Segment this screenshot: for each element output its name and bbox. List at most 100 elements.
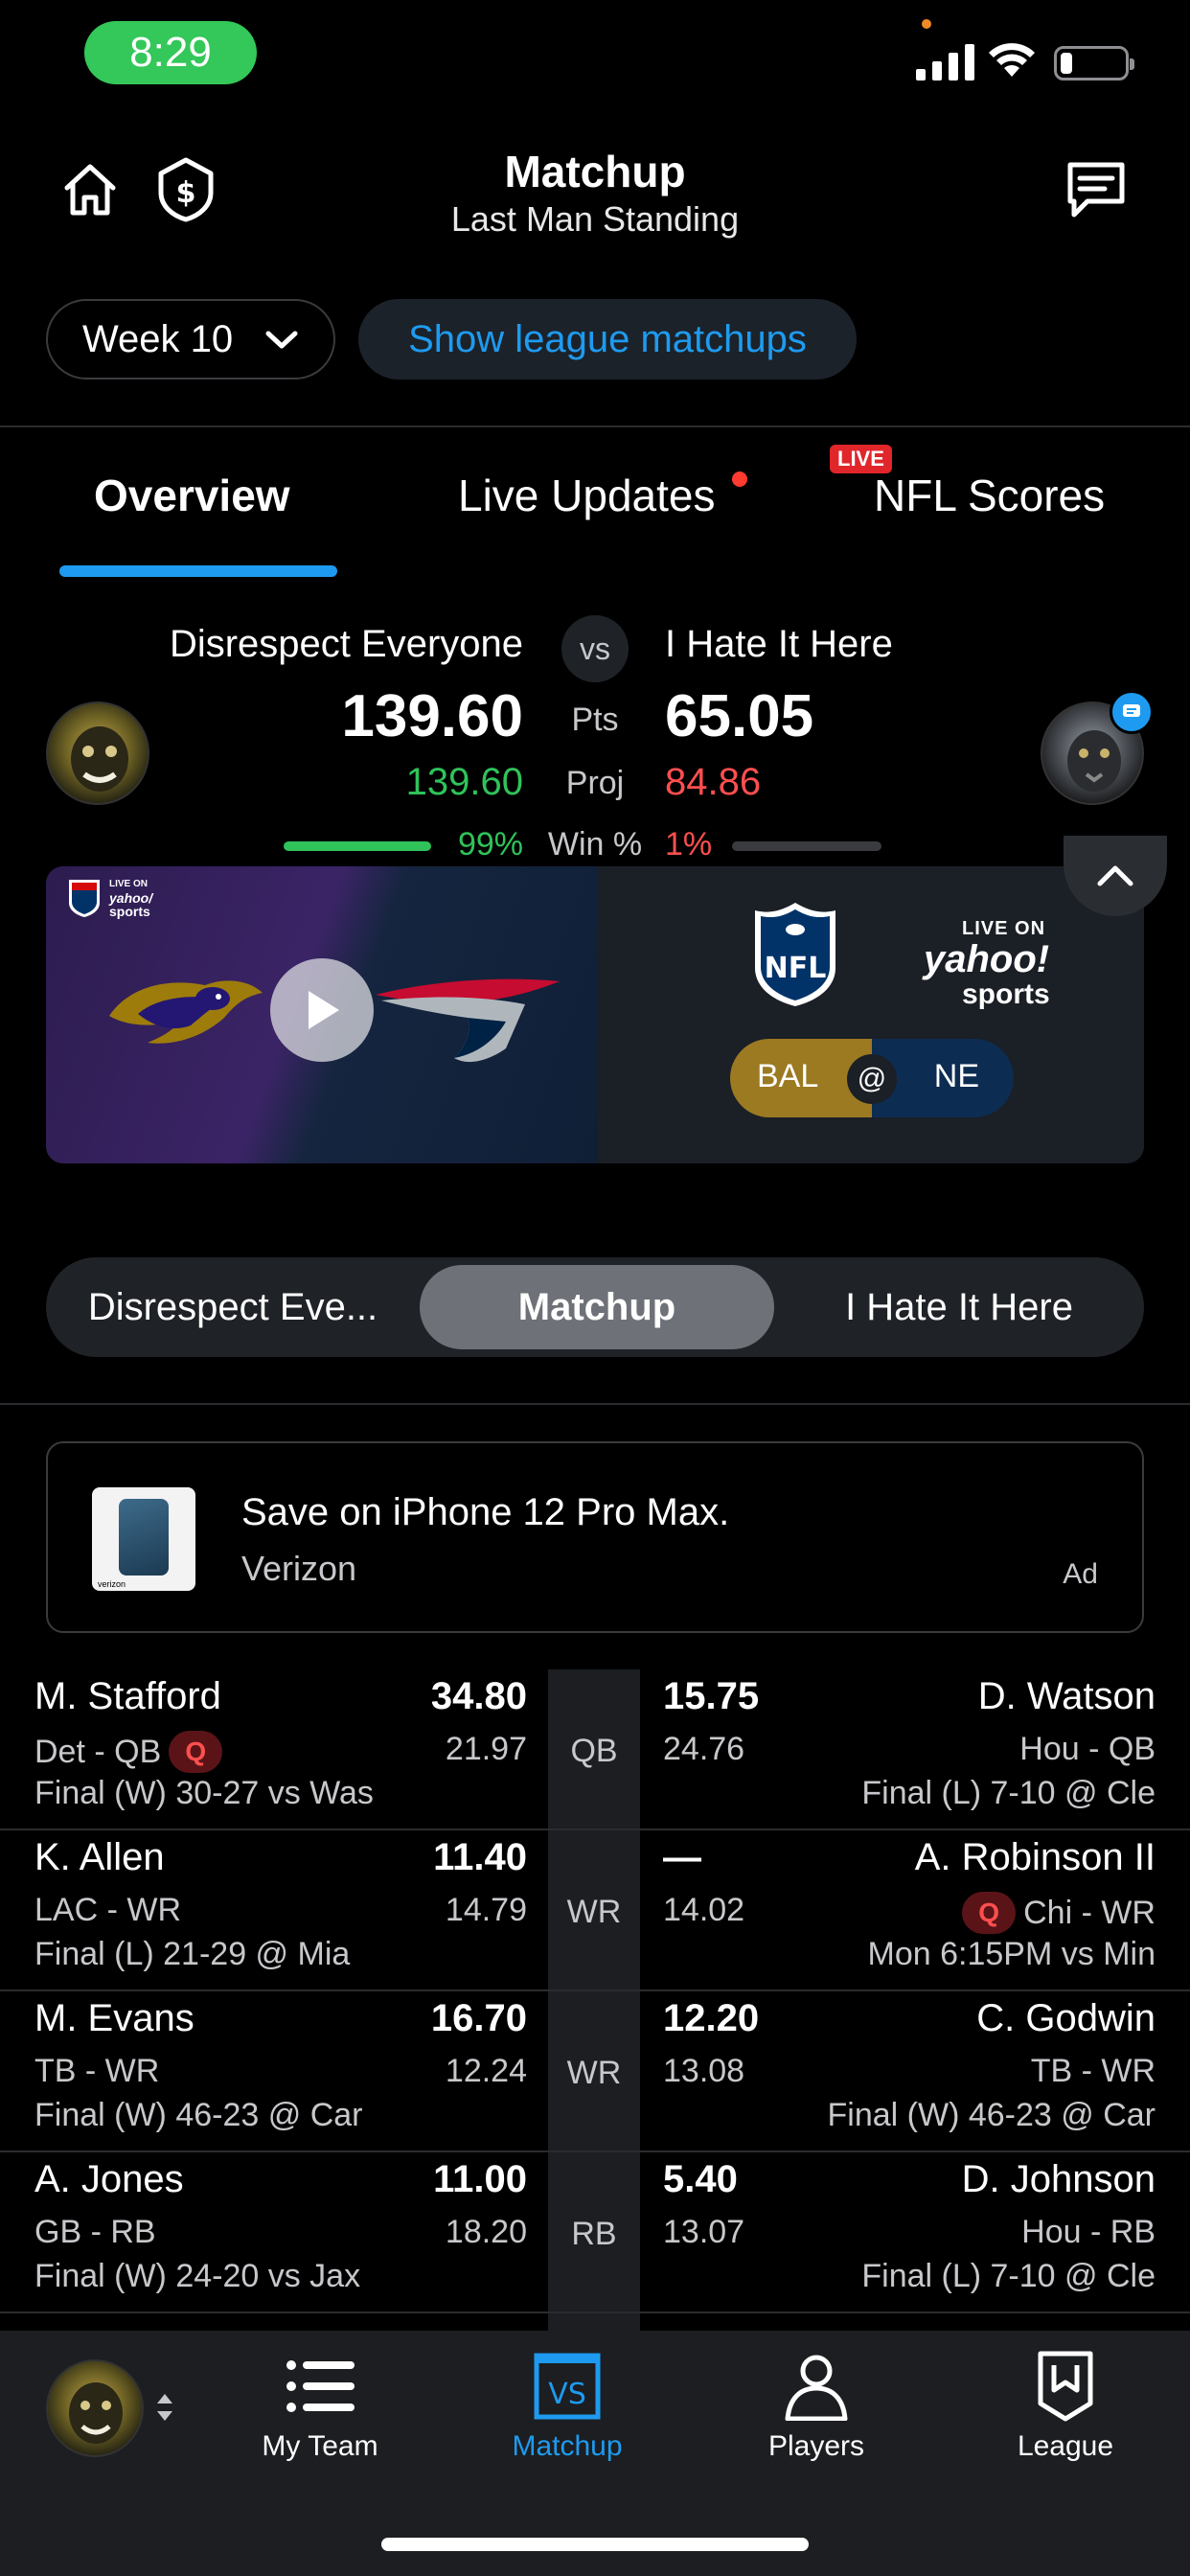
nav-league[interactable]: League: [979, 2348, 1152, 2463]
league-name: Last Man Standing: [450, 199, 740, 239]
right-team-name[interactable]: I Hate It Here: [665, 623, 893, 666]
left-player-game: Final (W) 24-20 vs Jax: [34, 2258, 361, 2294]
right-player-projected: 14.02: [663, 1892, 745, 1928]
left-player-points: 11.40: [433, 1836, 527, 1878]
svg-text:VS: VS: [548, 2378, 586, 2411]
league-shield-icon: [979, 2348, 1152, 2425]
segment-matchup[interactable]: Matchup: [420, 1265, 774, 1349]
home-team-abbr: NE: [933, 1058, 979, 1094]
right-player-projected: 24.76: [663, 1731, 745, 1767]
status-bar: 8:29: [0, 0, 1190, 115]
left-player-name[interactable]: M. Evans: [34, 1997, 195, 2040]
questionable-badge: Q: [962, 1892, 1017, 1934]
battery-icon: [1054, 46, 1134, 80]
right-player-points: —: [663, 1836, 701, 1878]
ad-banner[interactable]: verizon Save on iPhone 12 Pro Max. Veriz…: [46, 1441, 1144, 1633]
projected-label: Proj: [565, 765, 625, 801]
mic-indicator-dot: [922, 19, 931, 29]
chat-icon[interactable]: [1058, 151, 1134, 228]
questionable-badge: Q: [169, 1731, 223, 1773]
table-row[interactable]: M. Stafford Det - QB Q Final (W) 30-27 vs…: [0, 1669, 1190, 1830]
win-percent-label: Win %: [547, 826, 643, 862]
yahoo-sports-logo: LIVE ON yahoo! sports: [924, 918, 1050, 1010]
right-player-name[interactable]: D. Johnson: [962, 2158, 1156, 2201]
roster-view-segmented-control: Disrespect Eve... Matchup I Hate It Here: [46, 1257, 1144, 1357]
ad-sponsor: Verizon: [241, 1549, 357, 1588]
left-player-points: 34.80: [430, 1675, 527, 1717]
show-league-matchups-button[interactable]: Show league matchups: [358, 299, 857, 380]
right-player-name[interactable]: C. Godwin: [976, 1997, 1156, 2040]
left-player-points: 11.00: [433, 2158, 527, 2200]
wifi-icon: [989, 43, 1035, 77]
nav-my-team[interactable]: My Team: [234, 2348, 406, 2463]
left-player-projected: 14.79: [445, 1892, 527, 1928]
tab-nfl-scores[interactable]: NFL Scores: [874, 470, 1105, 521]
left-player-game: Final (W) 46-23 @ Car: [34, 2097, 363, 2133]
left-player-projected: 21.97: [445, 1731, 527, 1767]
page-title: Matchup: [504, 147, 686, 196]
nav-label: My Team: [262, 2430, 378, 2462]
notification-dot: [732, 472, 747, 487]
left-player-name[interactable]: K. Allen: [34, 1836, 165, 1879]
video-thumbnail[interactable]: LIVE ON yahoo/ sports: [46, 866, 598, 1163]
nav-label: Matchup: [512, 2430, 623, 2462]
right-player-projected: 13.07: [663, 2214, 745, 2250]
table-row[interactable]: M. Evans TB - WR Final (W) 46-23 @ Car 1…: [0, 1991, 1190, 2152]
home-indicator[interactable]: [381, 2538, 809, 2551]
right-player-game: Final (L) 7-10 @ Cle: [861, 2258, 1156, 2294]
ad-label: Ad: [1063, 1558, 1098, 1590]
right-player-name[interactable]: A. Robinson II: [915, 1836, 1156, 1879]
play-button[interactable]: [270, 958, 374, 1062]
position-label: QB: [570, 1733, 618, 1769]
person-icon: [730, 2348, 903, 2425]
message-badge-icon[interactable]: [1110, 690, 1154, 734]
left-player-name[interactable]: M. Stafford: [34, 1675, 221, 1718]
yahoo-sports-mini-logo: LIVE ON yahoo/ sports: [109, 879, 153, 919]
team-switcher-avatar[interactable]: [46, 2359, 144, 2457]
ad-title: Save on iPhone 12 Pro Max.: [241, 1491, 730, 1533]
right-projected: 84.86: [665, 761, 762, 803]
divider: [0, 426, 1190, 427]
right-player-game: Mon 6:15PM vs Min: [867, 1936, 1156, 1972]
nfl-logo-small-icon: [69, 880, 100, 917]
segment-left-team[interactable]: Disrespect Eve...: [46, 1257, 420, 1357]
nav-matchup[interactable]: VS Matchup: [481, 2348, 653, 2463]
at-symbol: @: [847, 1054, 897, 1104]
left-player-info: Det - QB Q: [34, 1731, 230, 1773]
nfl-shield-icon: NFL: [755, 903, 835, 1006]
patriots-logo-icon: [376, 978, 560, 1063]
list-icon: [234, 2348, 406, 2425]
row-divider: [0, 2312, 1190, 2313]
ad-image-logo: verizon: [98, 1579, 126, 1589]
away-team-abbr: BAL: [757, 1058, 819, 1094]
active-tab-indicator: [59, 565, 337, 577]
right-player-info: Hou - QB: [1019, 1731, 1156, 1767]
right-player-points: 15.75: [663, 1675, 760, 1717]
left-player-game: Final (W) 30-27 vs Was: [34, 1775, 374, 1811]
tab-overview[interactable]: Overview: [94, 470, 290, 521]
game-matchup-pill[interactable]: BAL @ NE: [730, 1039, 1014, 1117]
left-team-name[interactable]: Disrespect Everyone: [170, 623, 523, 666]
table-row[interactable]: K. Allen LAC - WR Final (L) 21-29 @ Mia …: [0, 1830, 1190, 1991]
tab-live-updates[interactable]: Live Updates: [458, 470, 716, 521]
left-player-info: GB - RB: [34, 2214, 156, 2250]
right-player-game: Final (W) 46-23 @ Car: [827, 2097, 1156, 2133]
week-dropdown[interactable]: Week 10: [46, 299, 335, 380]
divider: [0, 1403, 1190, 1405]
right-player-info: Hou - RB: [1021, 2214, 1156, 2250]
table-row[interactable]: A. Jones GB - RB Final (W) 24-20 vs Jax …: [0, 2152, 1190, 2313]
left-player-points: 16.70: [430, 1997, 527, 2039]
segment-right-team[interactable]: I Hate It Here: [774, 1257, 1144, 1357]
vs-label: vs: [561, 615, 629, 682]
header: $ Matchup Last Man Standing: [0, 134, 1190, 259]
left-player-projected: 18.20: [445, 2214, 527, 2250]
nav-players[interactable]: Players: [730, 2348, 903, 2463]
tab-bar: Overview Live Updates LIVE NFL Scores: [0, 441, 1190, 585]
right-player-game: Final (L) 7-10 @ Cle: [861, 1775, 1156, 1811]
right-player-name[interactable]: D. Watson: [978, 1675, 1156, 1718]
right-player-points: 12.20: [663, 1997, 760, 2039]
live-game-card[interactable]: LIVE ON yahoo/ sports NFL LIVE ON yahoo!…: [46, 866, 1144, 1163]
team-switcher-sort-icon[interactable]: [153, 2390, 176, 2425]
left-player-game: Final (L) 21-29 @ Mia: [34, 1936, 351, 1972]
left-player-name[interactable]: A. Jones: [34, 2158, 184, 2201]
